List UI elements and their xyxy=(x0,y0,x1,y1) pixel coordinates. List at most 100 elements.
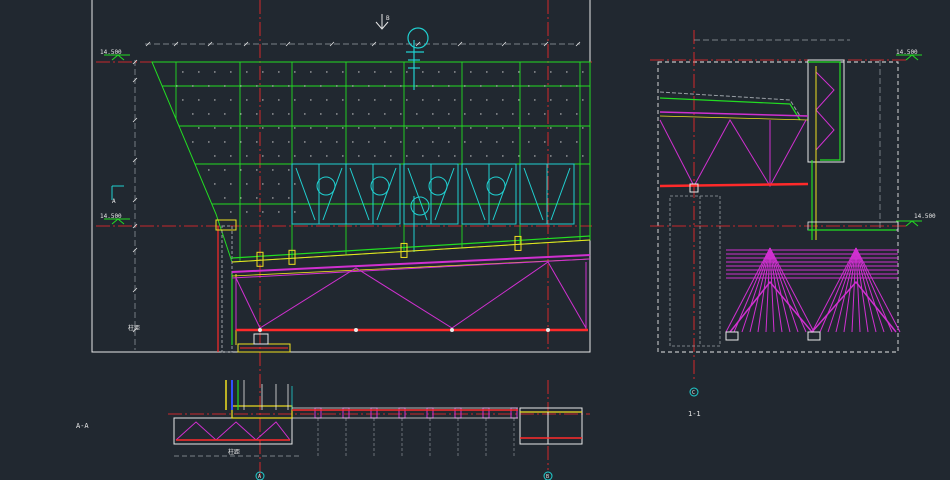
perforation-dot xyxy=(454,127,456,129)
perforation-dot xyxy=(246,127,248,129)
perforation-dot xyxy=(224,169,226,171)
perforation-dot xyxy=(502,71,504,73)
plan-block-right xyxy=(519,407,583,445)
perforation-dot xyxy=(192,141,194,143)
perforation-dot xyxy=(368,113,370,115)
perforation-dot xyxy=(534,71,536,73)
window-bubble xyxy=(370,176,390,196)
perforation-dot xyxy=(576,113,578,115)
perforation-dot xyxy=(550,99,552,101)
perforation-dot xyxy=(422,155,424,157)
perforation-dot xyxy=(240,141,242,143)
perforation-dot xyxy=(262,155,264,157)
perforation-dot xyxy=(496,141,498,143)
perforation-dot xyxy=(544,85,546,87)
perforation-dot xyxy=(390,127,392,129)
perforation-dot xyxy=(454,99,456,101)
perforation-dot xyxy=(198,71,200,73)
perforation-dot xyxy=(278,211,280,213)
plan-dim-note: 柱距 xyxy=(228,448,240,456)
perforation-dot xyxy=(246,183,248,185)
perforation-dot xyxy=(182,71,184,73)
perforation-dot xyxy=(384,85,386,87)
perforation-dot xyxy=(288,197,290,199)
perforation-dot xyxy=(470,155,472,157)
perforation-dot xyxy=(256,141,258,143)
window-brace xyxy=(492,167,513,221)
perforation-dot xyxy=(464,141,466,143)
fan-member xyxy=(827,247,857,333)
perforation-dot xyxy=(294,127,296,129)
cad-drawing-canvas[interactable]: B A 14.500 14.500 柱距 14.500 14.500 柱距 A-… xyxy=(0,0,950,480)
elevation-frame xyxy=(91,0,591,353)
perforation-dot xyxy=(448,141,450,143)
perforation-dot xyxy=(416,113,418,115)
perforation-dot xyxy=(256,197,258,199)
perforation-dot xyxy=(262,127,264,129)
perforation-dot xyxy=(320,141,322,143)
grid-bubble-c: C xyxy=(692,390,695,396)
perforation-dot xyxy=(310,99,312,101)
perforation-dot xyxy=(246,71,248,73)
perforation-dot xyxy=(192,85,194,87)
perforation-dot xyxy=(352,141,354,143)
perforation-dot xyxy=(246,211,248,213)
level-label-mid-left: 14.500 xyxy=(100,213,122,220)
perforation-dot xyxy=(214,183,216,185)
fan-member xyxy=(769,247,799,333)
perforation-dot xyxy=(278,71,280,73)
window-brace xyxy=(465,167,486,221)
perforation-dot xyxy=(326,127,328,129)
perforation-dot xyxy=(224,85,226,87)
hidden-columns xyxy=(669,195,721,347)
perforation-dot xyxy=(448,113,450,115)
perforation-dot xyxy=(480,141,482,143)
perforation-dot xyxy=(304,85,306,87)
perforation-dot xyxy=(230,99,232,101)
perforation-dot xyxy=(278,99,280,101)
window-brace xyxy=(295,167,316,221)
perforation-dots xyxy=(176,71,584,213)
perforation-dot xyxy=(502,155,504,157)
section-truss xyxy=(659,118,807,188)
perforation-dot xyxy=(486,99,488,101)
perforation-dot xyxy=(240,197,242,199)
perforation-dot xyxy=(576,141,578,143)
window-brace xyxy=(434,167,455,221)
perforation-dot xyxy=(496,113,498,115)
perforation-dot xyxy=(342,127,344,129)
perforation-dot xyxy=(352,113,354,115)
perforation-dot xyxy=(310,155,312,157)
perforation-dot xyxy=(432,85,434,87)
level-mark-icon xyxy=(896,54,922,227)
level-mark-icon xyxy=(104,54,130,225)
perforation-dot xyxy=(358,155,360,157)
grid-bubble-a: A xyxy=(258,474,261,480)
perforation-dot xyxy=(470,71,472,73)
perforation-dot xyxy=(224,197,226,199)
perforation-dot xyxy=(534,155,536,157)
perforation-dot xyxy=(320,85,322,87)
column-section xyxy=(215,219,237,353)
perforation-dot xyxy=(560,141,562,143)
perforation-dot xyxy=(544,113,546,115)
perforation-dot xyxy=(486,127,488,129)
perforation-dot xyxy=(208,113,210,115)
window-bubble xyxy=(316,176,336,196)
perforation-dot xyxy=(534,99,536,101)
window-brace xyxy=(349,167,370,221)
perforation-dot xyxy=(272,85,274,87)
perforation-dot xyxy=(278,155,280,157)
perforation-dot xyxy=(288,85,290,87)
roof-slab xyxy=(659,91,809,121)
window-brace xyxy=(376,167,397,221)
perforation-dot xyxy=(230,127,232,129)
grid-bubble-icon xyxy=(255,387,699,480)
perforation-dot xyxy=(336,141,338,143)
perforation-dot xyxy=(294,183,296,185)
perforation-dot xyxy=(230,155,232,157)
perforation-dot xyxy=(566,99,568,101)
plan-block-left xyxy=(173,380,293,445)
perforation-dot xyxy=(230,71,232,73)
perforation-dot xyxy=(256,113,258,115)
